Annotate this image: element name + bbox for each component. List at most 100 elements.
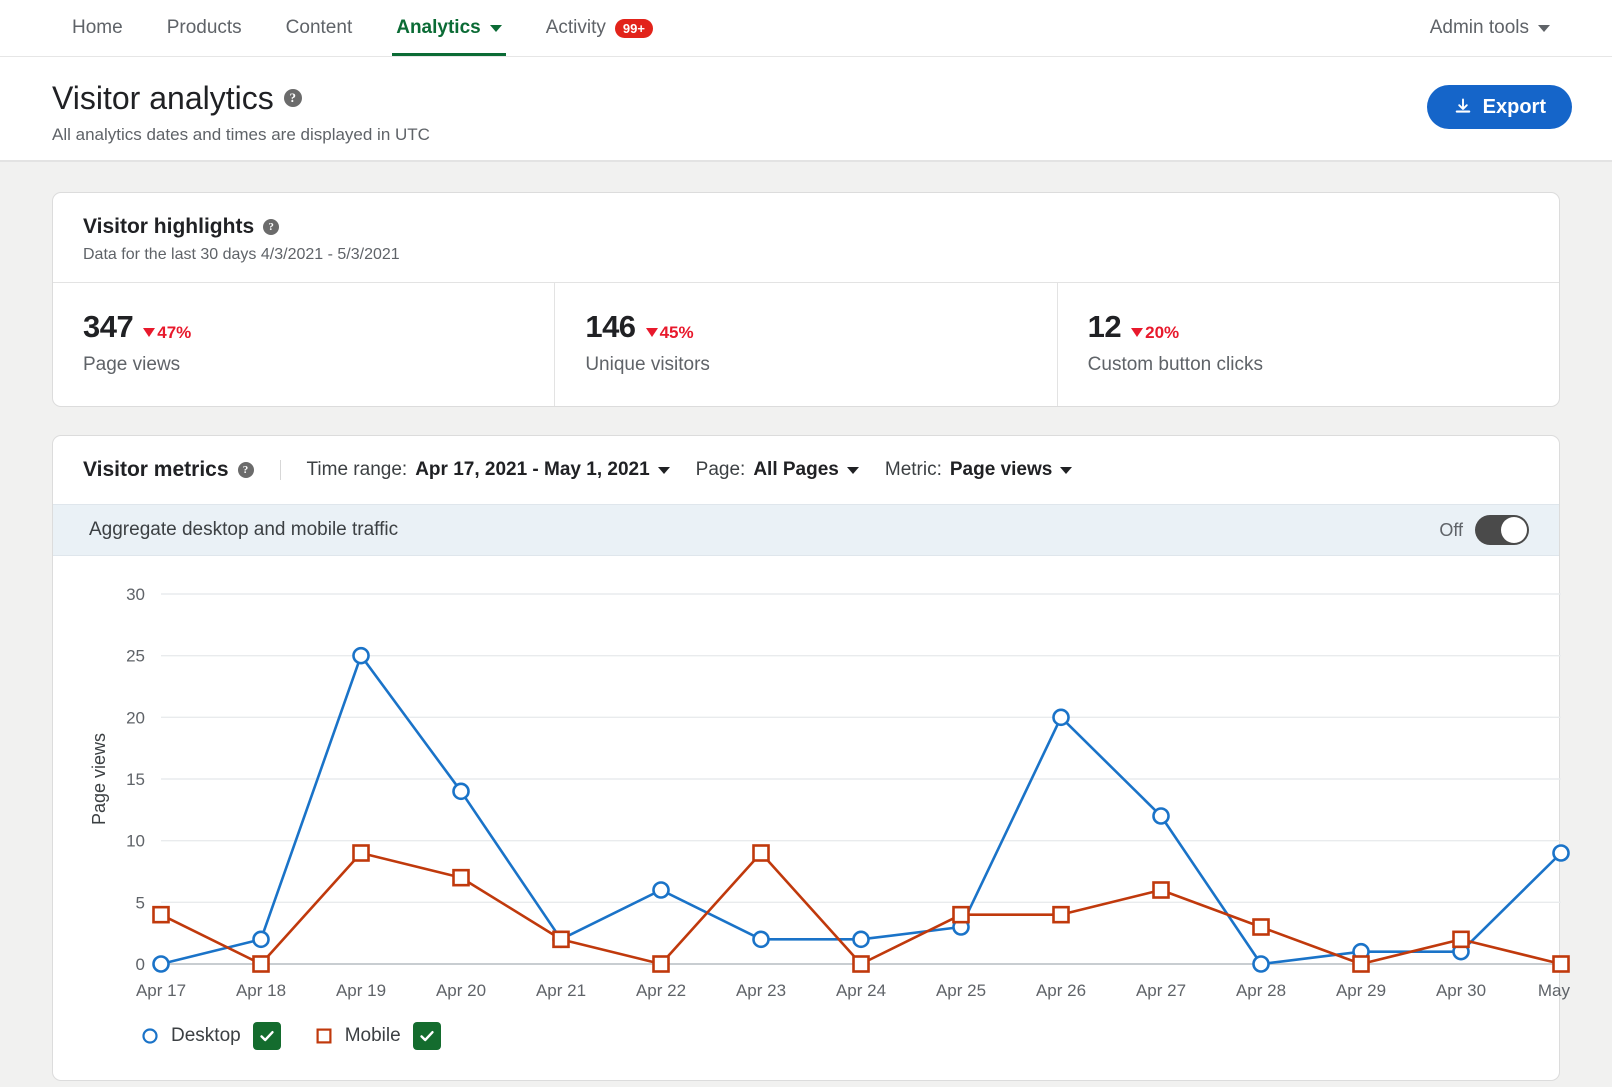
- legend-checkbox-desktop[interactable]: [253, 1022, 281, 1050]
- data-point-mobile[interactable]: [1254, 920, 1269, 935]
- time-range-dropdown[interactable]: Time range: Apr 17, 2021 - May 1, 2021: [307, 459, 696, 481]
- stat-value: 146: [585, 309, 635, 345]
- data-point-mobile[interactable]: [754, 846, 769, 861]
- y-axis-title: Page views: [89, 733, 109, 825]
- stat-delta-text: 20%: [1145, 323, 1179, 343]
- x-axis-tick-label: Apr 29: [1336, 981, 1386, 1000]
- data-point-desktop[interactable]: [754, 932, 769, 947]
- export-button[interactable]: Export: [1427, 85, 1572, 129]
- x-axis-tick-label: Apr 26: [1036, 981, 1086, 1000]
- x-axis-tick-label: Apr 17: [136, 981, 186, 1000]
- help-circle-icon[interactable]: ?: [238, 462, 254, 478]
- data-point-mobile[interactable]: [654, 957, 669, 972]
- data-point-mobile[interactable]: [154, 907, 169, 922]
- data-point-mobile[interactable]: [554, 932, 569, 947]
- x-axis-tick-label: Apr 28: [1236, 981, 1286, 1000]
- stat-delta: 45%: [646, 323, 694, 343]
- data-point-desktop[interactable]: [1154, 809, 1169, 824]
- data-point-desktop[interactable]: [454, 784, 469, 799]
- stat-label: Unique visitors: [585, 354, 1026, 376]
- legend-label-desktop: Desktop: [171, 1025, 241, 1047]
- stat-value: 12: [1088, 309, 1121, 345]
- nav-item-analytics[interactable]: Analytics: [374, 0, 523, 56]
- visitor-highlights-header: Visitor highlights ? Data for the last 3…: [53, 193, 1559, 282]
- time-range-value: Apr 17, 2021 - May 1, 2021: [415, 459, 649, 481]
- visitor-metrics-card: Visitor metrics ? Time range: Apr 17, 20…: [52, 435, 1560, 1081]
- admin-tools-label: Admin tools: [1430, 17, 1529, 39]
- data-point-desktop[interactable]: [354, 648, 369, 663]
- x-axis-tick-label: Apr 21: [536, 981, 586, 1000]
- visitor-metrics-title-text: Visitor metrics: [83, 458, 229, 482]
- check-icon: [417, 1026, 437, 1046]
- x-axis-tick-label: Apr 27: [1136, 981, 1186, 1000]
- nav-item-products[interactable]: Products: [145, 0, 264, 56]
- aggregate-toggle-switch[interactable]: [1475, 515, 1529, 545]
- data-point-mobile[interactable]: [454, 870, 469, 885]
- data-point-desktop[interactable]: [1054, 710, 1069, 725]
- x-axis-tick-label: Apr 30: [1436, 981, 1486, 1000]
- data-point-desktop[interactable]: [854, 932, 869, 947]
- stat-label: Custom button clicks: [1088, 354, 1529, 376]
- visitor-metrics-title: Visitor metrics ?: [83, 458, 280, 482]
- data-point-mobile[interactable]: [1354, 957, 1369, 972]
- x-axis-tick-label: Apr 19: [336, 981, 386, 1000]
- stat-page-views: 347 47% Page views: [53, 283, 554, 406]
- data-point-desktop[interactable]: [1254, 957, 1269, 972]
- data-point-mobile[interactable]: [354, 846, 369, 861]
- download-icon: [1453, 97, 1473, 117]
- data-point-mobile[interactable]: [954, 907, 969, 922]
- metric-filter-value: Page views: [950, 459, 1052, 481]
- data-point-desktop[interactable]: [254, 932, 269, 947]
- nav-right-group: Admin tools: [1408, 0, 1572, 56]
- visitor-highlights-card: Visitor highlights ? Data for the last 3…: [52, 192, 1560, 407]
- admin-tools-menu[interactable]: Admin tools: [1408, 17, 1572, 39]
- data-point-mobile[interactable]: [1054, 907, 1069, 922]
- nav-item-home[interactable]: Home: [50, 0, 145, 56]
- nav-item-label: Activity: [546, 17, 606, 39]
- nav-item-activity[interactable]: Activity 99+: [524, 0, 675, 56]
- arrow-down-icon: [646, 328, 658, 337]
- time-range-label: Time range:: [307, 459, 408, 481]
- nav-items: Home Products Content Analytics Activity…: [50, 0, 675, 56]
- data-point-mobile[interactable]: [854, 957, 869, 972]
- stat-delta: 20%: [1131, 323, 1179, 343]
- page-filter-value: All Pages: [753, 459, 839, 481]
- data-point-mobile[interactable]: [1554, 957, 1569, 972]
- data-point-mobile[interactable]: [1154, 883, 1169, 898]
- help-circle-icon[interactable]: ?: [263, 219, 279, 235]
- toggle-knob: [1501, 517, 1527, 543]
- aggregate-traffic-label: Aggregate desktop and mobile traffic: [89, 519, 398, 541]
- chevron-down-icon: [1060, 467, 1072, 474]
- visitor-highlights-title-text: Visitor highlights: [83, 215, 254, 239]
- x-axis-tick-label: Apr 18: [236, 981, 286, 1000]
- data-point-desktop[interactable]: [154, 957, 169, 972]
- data-point-desktop[interactable]: [1554, 846, 1569, 861]
- data-point-mobile[interactable]: [1454, 932, 1469, 947]
- nav-item-content[interactable]: Content: [264, 0, 375, 56]
- y-axis-tick-label: 20: [126, 708, 145, 727]
- metrics-filters: Time range: Apr 17, 2021 - May 1, 2021 P…: [281, 459, 1099, 481]
- stat-delta-text: 47%: [157, 323, 191, 343]
- x-axis-tick-label: May 1: [1538, 981, 1573, 1000]
- stat-unique-visitors: 146 45% Unique visitors: [554, 283, 1056, 406]
- page-header-text: Visitor analytics ? All analytics dates …: [52, 79, 430, 145]
- nav-item-label: Home: [72, 17, 123, 39]
- data-point-mobile[interactable]: [254, 957, 269, 972]
- help-circle-icon[interactable]: ?: [284, 89, 302, 107]
- chevron-down-icon: [1538, 25, 1550, 32]
- metric-dropdown[interactable]: Metric: Page views: [885, 459, 1098, 481]
- aggregate-traffic-bar: Aggregate desktop and mobile traffic Off: [53, 504, 1559, 556]
- nav-item-label: Content: [286, 17, 353, 39]
- stat-value-row: 347 47%: [83, 309, 524, 345]
- legend-checkbox-mobile[interactable]: [413, 1022, 441, 1050]
- page-dropdown[interactable]: Page: All Pages: [696, 459, 885, 481]
- data-point-desktop[interactable]: [654, 883, 669, 898]
- visitor-highlights-title: Visitor highlights ?: [83, 215, 1529, 239]
- metric-filter-label: Metric:: [885, 459, 942, 481]
- page-header: Visitor analytics ? All analytics dates …: [0, 57, 1612, 162]
- legend-label-mobile: Mobile: [345, 1025, 401, 1047]
- legend-item-mobile[interactable]: Mobile: [315, 1022, 441, 1050]
- page-filter-label: Page:: [696, 459, 746, 481]
- legend-item-desktop[interactable]: Desktop: [141, 1022, 281, 1050]
- page-content: Visitor highlights ? Data for the last 3…: [0, 162, 1612, 1081]
